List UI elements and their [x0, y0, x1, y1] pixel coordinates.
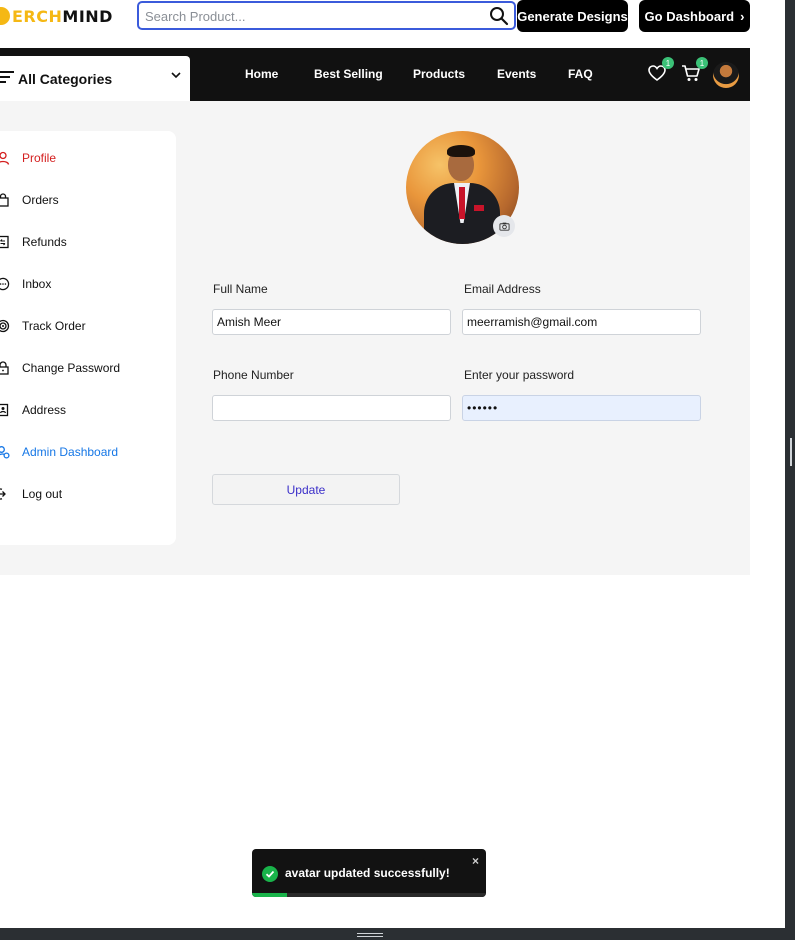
sidebar-item-label: Track Order: [22, 319, 86, 333]
sidebar-item-refunds[interactable]: Refunds: [0, 232, 67, 252]
change-avatar-button[interactable]: [493, 215, 515, 237]
window-edge-bottom: [0, 928, 795, 940]
sidebar-item-change-password[interactable]: Change Password: [0, 358, 120, 378]
lock-icon: [0, 361, 9, 375]
generate-designs-button[interactable]: Generate Designs: [517, 0, 628, 32]
logo[interactable]: ERCH MIND: [0, 6, 113, 26]
categories-dropdown[interactable]: All Categories: [0, 56, 190, 101]
sidebar-item-inbox[interactable]: Inbox: [0, 274, 51, 294]
wishlist-count-badge: 1: [662, 57, 674, 69]
go-dashboard-label: Go Dashboard: [644, 8, 735, 24]
sidebar-item-orders[interactable]: Orders: [0, 190, 59, 210]
full-name-field[interactable]: [212, 309, 451, 335]
address-book-icon: [0, 403, 9, 417]
sidebar-item-label: Log out: [22, 487, 63, 501]
camera-icon: [498, 222, 510, 231]
sidebar-item-label: Profile: [22, 151, 57, 165]
logo-text-suffix: MIND: [62, 6, 113, 26]
sidebar-item-address[interactable]: Address: [0, 400, 66, 420]
phone-label: Phone Number: [213, 368, 294, 382]
chevron-right-icon: ›: [740, 8, 745, 24]
target-icon: [0, 319, 10, 333]
logo-text-prefix: ERCH: [12, 6, 63, 26]
user-avatar[interactable]: [713, 62, 739, 88]
sidebar-item-label: Refunds: [22, 235, 67, 249]
drag-grip-icon[interactable]: [357, 933, 383, 934]
sidebar-item-logout[interactable]: Log out: [0, 484, 62, 504]
admin-icon: [0, 446, 10, 459]
email-field[interactable]: [462, 309, 701, 335]
wishlist-button[interactable]: 1: [646, 57, 674, 84]
nav-events[interactable]: Events: [497, 67, 536, 81]
sidebar-item-label: Orders: [22, 193, 59, 207]
search-box: [137, 1, 516, 30]
check-circle-icon: [262, 866, 278, 882]
full-name-label: Full Name: [213, 282, 268, 296]
cart-button[interactable]: 1: [680, 57, 708, 84]
logout-icon: [0, 488, 6, 500]
receipt-icon: [0, 235, 9, 249]
email-label: Email Address: [464, 282, 541, 296]
nav-bar: All Categories Home Best Selling Product…: [0, 48, 750, 101]
success-toast: avatar updated successfully! ×: [252, 849, 486, 897]
password-label: Enter your password: [464, 368, 575, 382]
search-icon[interactable]: [489, 6, 509, 26]
sidebar-item-track-order[interactable]: Track Order: [0, 316, 86, 336]
nav-faq[interactable]: FAQ: [568, 67, 593, 81]
nav-best-selling[interactable]: Best Selling: [314, 67, 383, 81]
window-edge-right: [785, 0, 795, 940]
nav-products[interactable]: Products: [413, 67, 465, 81]
person-icon: [0, 151, 10, 165]
chevron-down-icon: [171, 72, 181, 79]
search-input[interactable]: [145, 7, 475, 25]
cart-count-badge: 1: [696, 57, 708, 69]
update-label: Update: [286, 482, 326, 497]
categories-label: All Categories: [18, 71, 113, 87]
generate-designs-label: Generate Designs: [517, 8, 628, 24]
sidebar-item-profile[interactable]: Profile: [0, 148, 56, 168]
sidebar-item-label: Change Password: [22, 361, 121, 375]
resize-handle[interactable]: [790, 438, 792, 466]
update-button[interactable]: Update: [212, 474, 400, 505]
sidebar-item-label: Inbox: [22, 277, 52, 291]
bag-icon: [0, 193, 9, 207]
toast-message: avatar updated successfully!: [285, 866, 450, 880]
sidebar-item-label: Address: [22, 403, 67, 417]
page: ERCH MIND Generate Designs Go Dashboard …: [0, 0, 785, 928]
password-field[interactable]: [462, 395, 701, 421]
menu-icon: [0, 71, 14, 86]
sidebar-item-admin-dashboard[interactable]: Admin Dashboard: [0, 442, 118, 462]
sidebar-item-label: Admin Dashboard: [22, 445, 119, 459]
profile-sidebar: Profile Orders Refunds Inbox Track Order…: [0, 131, 176, 545]
toast-progress-track: [252, 893, 486, 897]
toast-progress-bar: [252, 893, 288, 897]
go-dashboard-button[interactable]: Go Dashboard ›: [639, 0, 750, 32]
phone-field[interactable]: [212, 395, 451, 421]
chat-icon: [0, 277, 10, 291]
logo-mark-icon: [0, 7, 10, 25]
nav-home[interactable]: Home: [245, 67, 278, 81]
close-icon[interactable]: ×: [472, 854, 479, 868]
